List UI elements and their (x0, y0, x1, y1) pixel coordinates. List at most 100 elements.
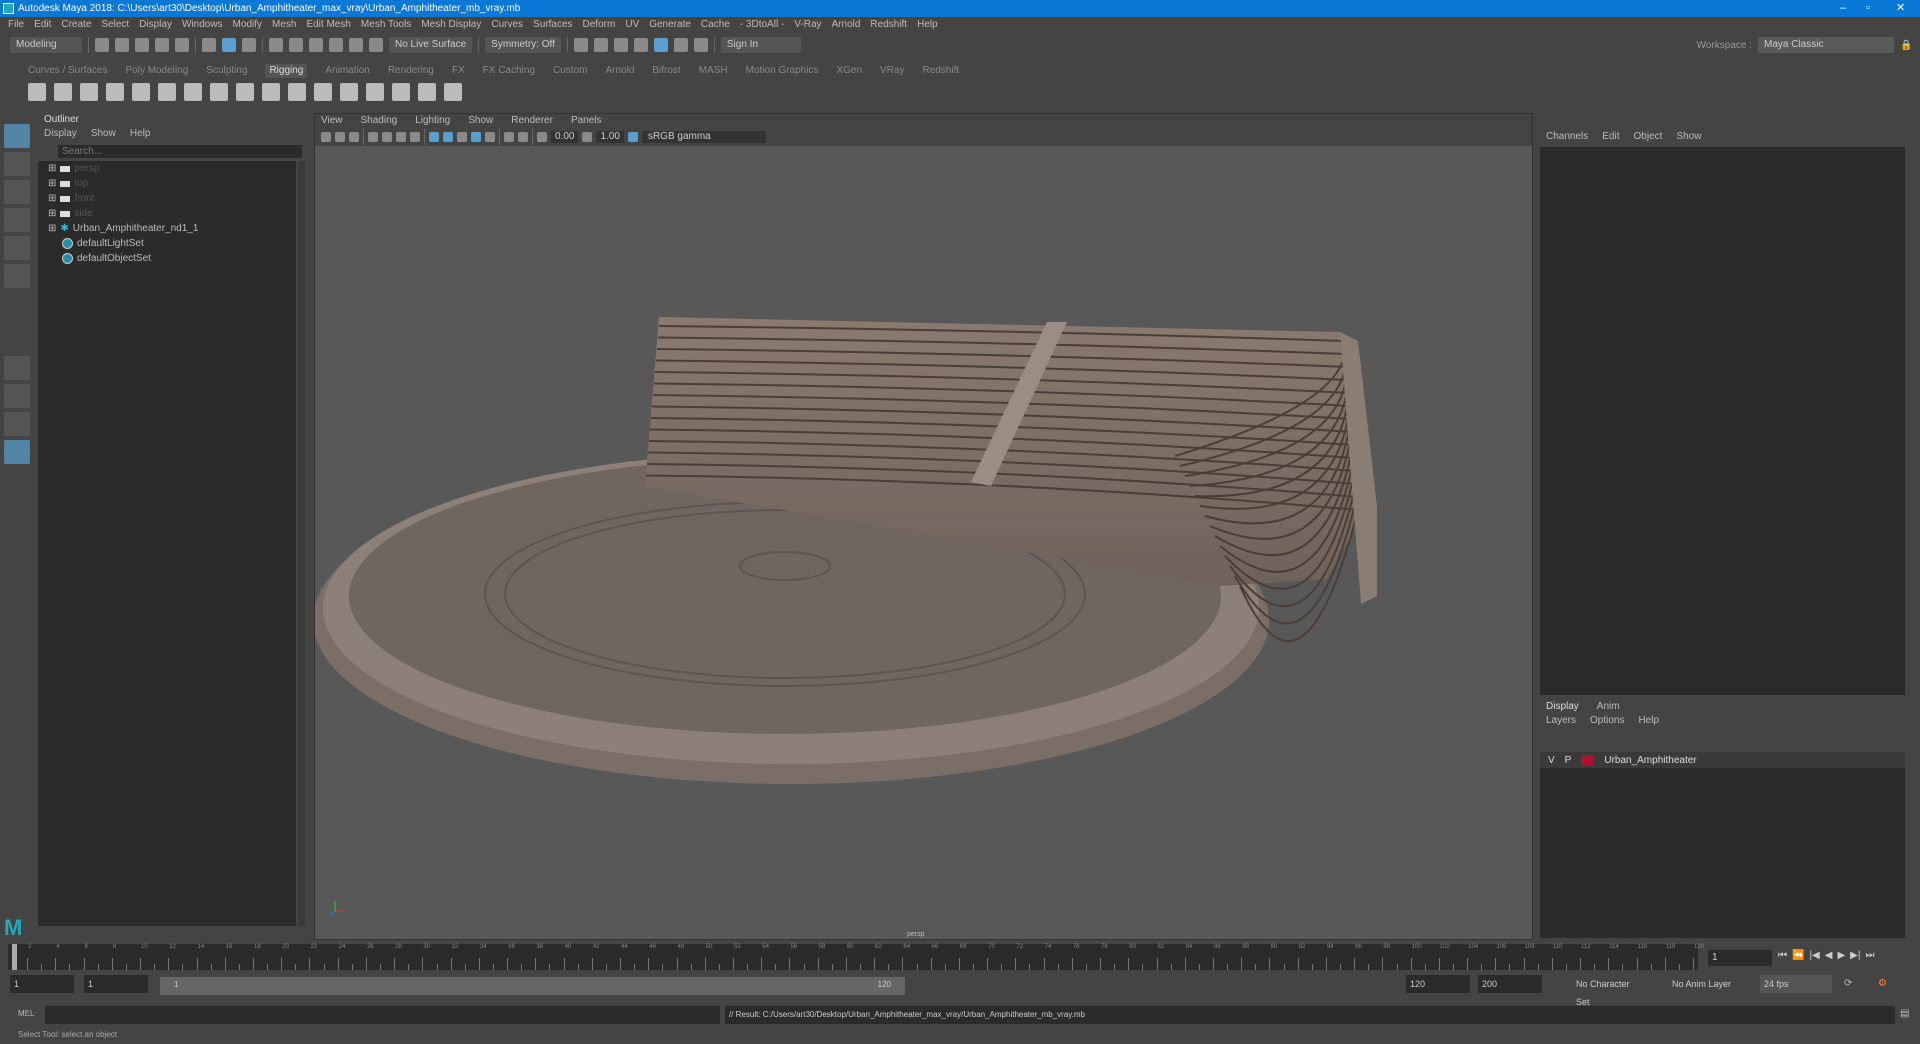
open-scene-icon[interactable] (115, 38, 129, 52)
workspace-dropdown[interactable]: Maya Classic (1758, 37, 1894, 53)
mel-input[interactable] (45, 1006, 720, 1024)
viewport-menu-view[interactable]: View (321, 114, 343, 128)
menu-mesh-display[interactable]: Mesh Display (421, 17, 481, 33)
expand-icon[interactable]: ⊞ (48, 221, 56, 236)
bookmark-icon[interactable] (349, 132, 359, 142)
xray-icon[interactable] (504, 132, 514, 142)
shelf-tab-curves-surfaces[interactable]: Curves / Surfaces (28, 64, 107, 78)
live-surface-field[interactable]: No Live Surface (389, 37, 473, 53)
outliner-item[interactable]: defaultObjectSet (38, 251, 296, 266)
layer-menu-layers[interactable]: Layers (1546, 714, 1576, 728)
play-back-icon[interactable]: ◀ (1825, 950, 1833, 961)
outliner-item[interactable]: ⊞ top (38, 176, 296, 191)
channel-menu-channels[interactable]: Channels (1546, 128, 1588, 146)
ipr-render-icon[interactable] (593, 38, 608, 52)
symmetry-dropdown[interactable]: Symmetry: Off (485, 37, 561, 53)
locator-icon[interactable] (418, 83, 436, 101)
outliner-item[interactable]: ⊞ front (38, 191, 296, 206)
outliner-item[interactable]: ⊞ side (38, 206, 296, 221)
shelf-tab-sculpting[interactable]: Sculpting (206, 64, 247, 78)
step-back-key-icon[interactable]: ⏪ (1792, 950, 1804, 961)
auto-key-icon[interactable]: ⚙ (1878, 978, 1887, 989)
bind-skin-icon[interactable] (106, 83, 124, 101)
go-start-icon[interactable]: ⏮ (1778, 950, 1787, 961)
shelf-tab-custom[interactable]: Custom (553, 64, 587, 78)
menu-modify[interactable]: Modify (233, 17, 262, 33)
grid-icon[interactable] (368, 132, 378, 142)
sign-in-button[interactable]: Sign In (720, 37, 801, 53)
anim-layer-dropdown[interactable]: No Anim Layer (1668, 975, 1740, 993)
viewport-menu-renderer[interactable]: Renderer (511, 114, 553, 128)
expand-icon[interactable]: ⊞ (48, 191, 56, 206)
smooth-shade-icon[interactable] (443, 132, 453, 142)
viewport-menu-show[interactable]: Show (468, 114, 493, 128)
snap-curve-icon[interactable] (289, 38, 303, 52)
outliner-item[interactable]: defaultLightSet (38, 236, 296, 251)
layer-name[interactable]: Urban_Amphitheater (1604, 755, 1696, 766)
exposure-icon[interactable] (537, 132, 547, 142)
shelf-tab-animation[interactable]: Animation (325, 64, 369, 78)
maximize-button[interactable]: ▫ (1866, 0, 1870, 17)
undo-icon[interactable] (155, 38, 169, 52)
select-component-icon[interactable] (242, 38, 256, 52)
four-view-icon[interactable] (4, 384, 30, 408)
menu-edit[interactable]: Edit (34, 17, 51, 33)
menu-create[interactable]: Create (61, 17, 91, 33)
menu-arnold[interactable]: Arnold (832, 17, 861, 33)
step-forward-icon[interactable]: ▶| (1850, 950, 1860, 961)
scene-start-field[interactable]: 1 (10, 975, 74, 993)
loop-icon[interactable]: ⟳ (1844, 978, 1852, 989)
snap-surface-icon[interactable] (349, 38, 363, 52)
shelf-tab-redshift[interactable]: Redshift (922, 64, 959, 78)
cluster-icon[interactable] (210, 83, 228, 101)
expand-icon[interactable]: ⊞ (48, 206, 56, 221)
layer-menu-help[interactable]: Help (1638, 714, 1659, 728)
render-settings-icon[interactable] (613, 38, 628, 52)
channel-menu-object[interactable]: Object (1634, 128, 1663, 146)
exposure-field[interactable]: 0.00 (551, 131, 579, 143)
shelf-tab-xgen[interactable]: XGen (836, 64, 862, 78)
snap-live-icon[interactable] (369, 38, 383, 52)
time-slider[interactable]: 2 4 6 8 10 12 14 16 18 20 22 24 26 28 30 32 34 36 38 40 42 44… (8, 944, 1704, 970)
menu-curves[interactable]: Curves (491, 17, 523, 33)
single-view-icon[interactable] (4, 356, 30, 380)
constraint-parent-icon[interactable] (340, 83, 358, 101)
amphitheater-model[interactable]: persp (315, 146, 1534, 941)
menu-help[interactable]: Help (917, 17, 938, 33)
lattice-icon[interactable] (184, 83, 202, 101)
snap-view-icon[interactable] (329, 38, 343, 52)
select-object-icon[interactable] (222, 38, 236, 52)
isolate-icon[interactable] (518, 132, 528, 142)
ik-spline-icon[interactable] (80, 83, 98, 101)
select-hierarchy-icon[interactable] (202, 38, 216, 52)
layer-row[interactable]: V P Urban_Amphitheater (1540, 752, 1905, 768)
two-view-icon[interactable] (4, 412, 30, 436)
outliner-menu-display[interactable]: Display (44, 127, 77, 141)
pause-icon[interactable] (693, 38, 708, 52)
ik-handle-icon[interactable] (54, 83, 72, 101)
constraint-orient-icon[interactable] (314, 83, 332, 101)
menu-select[interactable]: Select (101, 17, 129, 33)
redo-icon[interactable] (175, 38, 189, 52)
playback-end-field[interactable]: 120 (1406, 975, 1470, 993)
viewport-menu-lighting[interactable]: Lighting (415, 114, 450, 128)
shelf-tab-vray[interactable]: VRay (880, 64, 904, 78)
menu-file[interactable]: File (8, 17, 24, 33)
save-scene-icon[interactable] (135, 38, 149, 52)
constraint-aim-icon[interactable] (366, 83, 384, 101)
menu-display[interactable]: Display (139, 17, 172, 33)
gate-mask-icon[interactable] (410, 132, 420, 142)
shelf-tab-poly-modeling[interactable]: Poly Modeling (125, 64, 188, 78)
range-slider[interactable]: 1 120 (160, 977, 905, 995)
outliner-item[interactable]: ⊞ ✱ Urban_Amphitheater_nd1_1 (38, 221, 296, 236)
shelf-tab-arnold[interactable]: Arnold (605, 64, 634, 78)
menu-mesh[interactable]: Mesh (272, 17, 296, 33)
constraint-pole-icon[interactable] (392, 83, 410, 101)
viewport-menu-shading[interactable]: Shading (361, 114, 398, 128)
step-back-icon[interactable]: |◀ (1809, 950, 1819, 961)
outliner-scrollbar[interactable] (298, 161, 305, 926)
shelf-tab-rigging[interactable]: Rigging (265, 64, 308, 78)
vray-ipr-icon[interactable] (673, 38, 688, 52)
paint-select-icon[interactable] (4, 180, 30, 204)
textured-icon[interactable] (457, 132, 467, 142)
